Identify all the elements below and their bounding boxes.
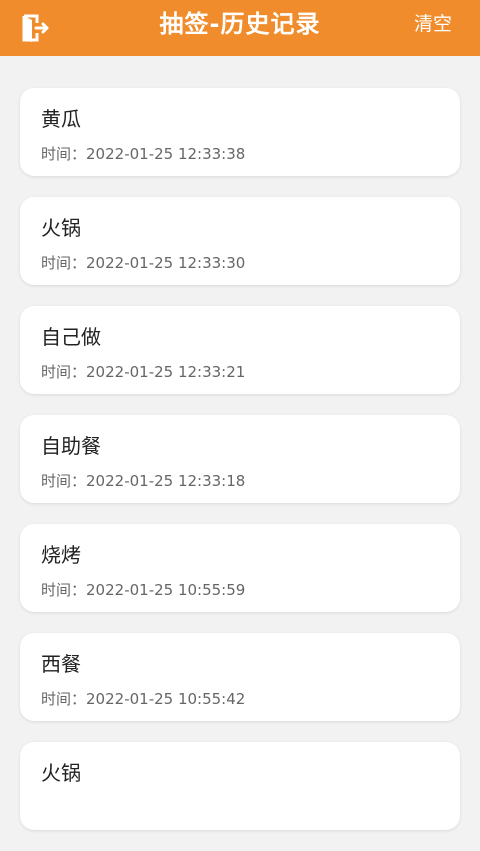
history-record-card[interactable]: 西餐 时间：2022-01-25 10:55:42 — [20, 633, 460, 721]
time-prefix: 时间： — [41, 472, 87, 490]
record-timestamp: 2022-01-25 12:33:21 — [86, 363, 246, 381]
record-time: 时间：2022-01-25 12:33:38 — [41, 143, 245, 164]
record-time: 时间：2022-01-25 12:33:18 — [41, 470, 245, 491]
record-timestamp: 2022-01-25 12:33:30 — [86, 254, 246, 272]
record-timestamp: 2022-01-25 10:55:42 — [86, 690, 246, 708]
record-timestamp: 2022-01-25 10:55:59 — [86, 581, 246, 599]
record-name: 火锅 — [41, 216, 81, 240]
history-list: 黄瓜 时间：2022-01-25 12:33:38 火锅 时间：2022-01-… — [20, 88, 460, 851]
record-time: 时间：2022-01-25 12:33:30 — [41, 252, 245, 273]
time-prefix: 时间： — [41, 145, 87, 163]
time-prefix: 时间： — [41, 363, 87, 381]
record-name: 烧烤 — [41, 543, 81, 567]
history-record-card[interactable]: 自助餐 时间：2022-01-25 12:33:18 — [20, 415, 460, 503]
history-record-card[interactable]: 黄瓜 时间：2022-01-25 12:33:38 — [20, 88, 460, 176]
history-record-card[interactable]: 自己做 时间：2022-01-25 12:33:21 — [20, 306, 460, 394]
record-name: 自己做 — [41, 325, 101, 349]
record-time: 时间：2022-01-25 10:55:42 — [41, 688, 245, 709]
time-prefix: 时间： — [41, 581, 87, 599]
page-title: 抽签-历史记录 — [159, 10, 321, 38]
record-name: 火锅 — [41, 761, 81, 785]
record-timestamp: 2022-01-25 12:33:18 — [86, 472, 246, 490]
record-name: 自助餐 — [41, 434, 101, 458]
record-name: 黄瓜 — [41, 107, 81, 131]
clear-button[interactable]: 清空 — [414, 0, 452, 48]
time-prefix: 时间： — [41, 254, 87, 272]
record-name: 西餐 — [41, 652, 81, 676]
time-prefix: 时间： — [41, 690, 87, 708]
history-record-card[interactable]: 火锅 时间：2022-01-25 12:33:30 — [20, 197, 460, 285]
app-header: 抽签-历史记录 清空 — [0, 0, 480, 56]
history-record-card[interactable]: 火锅 — [20, 742, 460, 830]
record-timestamp: 2022-01-25 12:33:38 — [86, 145, 246, 163]
record-time: 时间：2022-01-25 12:33:21 — [41, 361, 245, 382]
record-time: 时间：2022-01-25 10:55:59 — [41, 579, 245, 600]
history-record-card[interactable]: 烧烤 时间：2022-01-25 10:55:59 — [20, 524, 460, 612]
